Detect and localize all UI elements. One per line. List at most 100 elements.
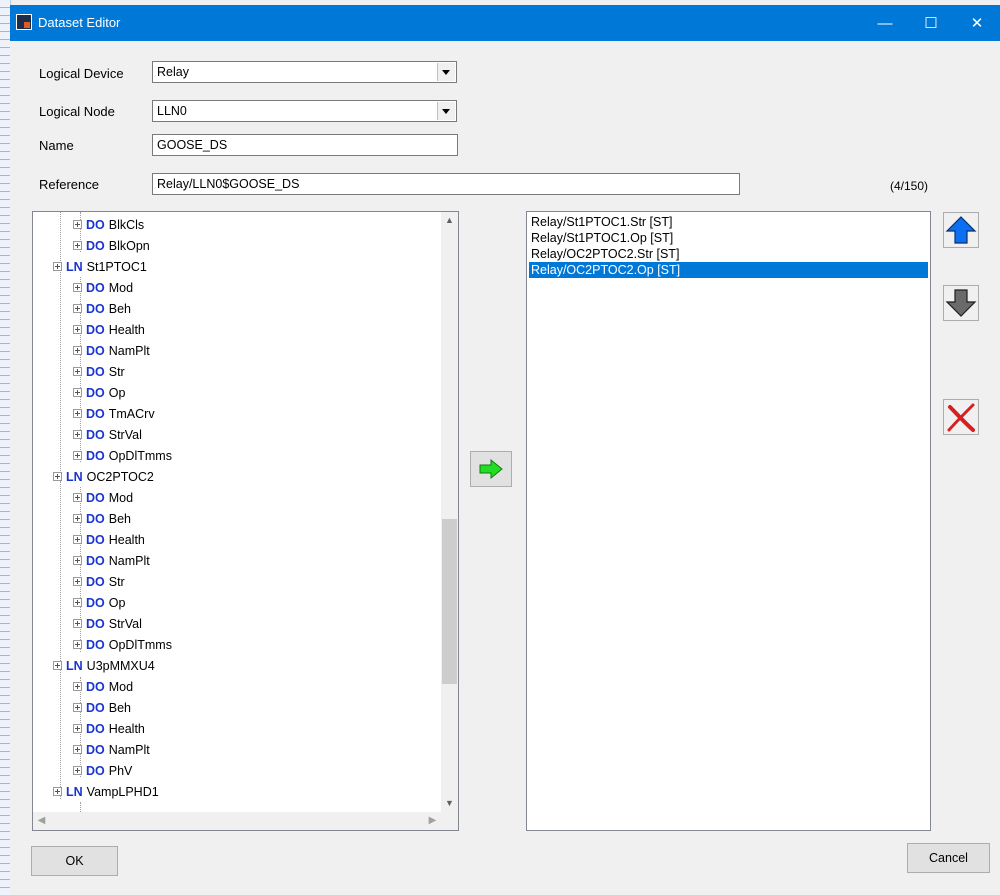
expand-icon[interactable] — [73, 640, 82, 650]
expand-icon[interactable] — [73, 451, 82, 461]
expand-icon[interactable] — [73, 325, 82, 335]
expand-icon[interactable] — [73, 388, 82, 398]
tree-node-data-object[interactable]: DO BlkOpn — [73, 236, 150, 256]
expand-icon[interactable] — [73, 241, 82, 251]
tree-node-data-object[interactable]: DO NamPlt — [73, 341, 150, 361]
node-label: OpDlTmms — [108, 449, 172, 463]
move-down-button[interactable] — [943, 285, 979, 321]
logical-device-select[interactable]: Relay — [152, 61, 457, 83]
tree-node-data-object[interactable]: DO OpDlTmms — [73, 635, 172, 655]
node-type-tag: LN — [66, 785, 83, 799]
tree-node-data-object[interactable]: DO Health — [73, 719, 145, 739]
node-type-tag: DO — [86, 638, 105, 652]
expand-icon[interactable] — [73, 724, 82, 734]
move-up-button[interactable] — [943, 212, 979, 248]
expand-icon[interactable] — [73, 766, 82, 776]
tree-node-data-object[interactable]: DO Health — [73, 530, 145, 550]
dataset-list-item[interactable]: Relay/St1PTOC1.Op [ST] — [529, 230, 928, 246]
name-input[interactable]: GOOSE_DS — [152, 134, 458, 156]
window-title: Dataset Editor — [38, 15, 121, 30]
node-type-tag: DO — [86, 407, 105, 421]
tree-node-data-object[interactable]: DO Str — [73, 362, 125, 382]
tree-node-data-object[interactable]: DO Health — [73, 320, 145, 340]
node-label: Op — [108, 596, 126, 610]
model-tree[interactable]: DO BlkCls DO BlkOpn LN St1PTOC1 DO Mod DO Beh DO He… — [32, 211, 459, 831]
tree-node-data-object[interactable]: DO Beh — [73, 509, 131, 529]
tree-node-data-object[interactable]: DO Op — [73, 593, 125, 613]
tree-node-data-object[interactable]: DO PhV — [73, 761, 132, 781]
logical-device-label: Logical Device — [39, 66, 124, 81]
expand-icon[interactable] — [73, 577, 82, 587]
scroll-down-icon[interactable]: ▼ — [441, 795, 458, 812]
node-type-tag: DO — [86, 701, 105, 715]
title-bar[interactable]: Dataset Editor — ☐ ✕ — [10, 5, 1000, 41]
tree-node-data-object[interactable]: DO BlkCls — [73, 215, 144, 235]
tree-vertical-scrollbar[interactable]: ▲ ▼ — [441, 212, 458, 812]
tree-node-data-object[interactable]: DO Mod — [73, 488, 133, 508]
expand-icon[interactable] — [73, 409, 82, 419]
expand-icon[interactable] — [73, 619, 82, 629]
minimize-button[interactable]: — — [862, 5, 908, 41]
scrollbar-thumb[interactable] — [442, 519, 457, 684]
ok-button[interactable]: OK — [31, 846, 118, 876]
expand-icon[interactable] — [53, 661, 62, 671]
expand-icon[interactable] — [53, 787, 62, 797]
expand-icon[interactable] — [73, 535, 82, 545]
tree-node-data-object[interactable]: DO TmACrv — [73, 404, 155, 424]
dataset-list-item[interactable]: Relay/OC2PTOC2.Str [ST] — [529, 246, 928, 262]
chevron-down-icon[interactable] — [437, 63, 455, 81]
expand-icon[interactable] — [73, 346, 82, 356]
node-type-tag: DO — [86, 596, 105, 610]
expand-icon[interactable] — [73, 682, 82, 692]
dataset-members-list[interactable]: Relay/St1PTOC1.Str [ST] Relay/St1PTOC1.Op… — [526, 211, 931, 831]
expand-icon[interactable] — [73, 283, 82, 293]
tree-node-data-object[interactable]: DO Mod — [73, 677, 133, 697]
tree-node-data-object[interactable]: DO Str — [73, 572, 125, 592]
tree-node-data-object[interactable]: DO NamPlt — [73, 740, 150, 760]
dataset-editor-window: Dataset Editor — ☐ ✕ Logical Device Rela… — [10, 5, 1000, 895]
expand-icon[interactable] — [73, 556, 82, 566]
tree-node-logical-node[interactable]: LN VampLPHD1 — [53, 782, 159, 802]
expand-icon[interactable] — [73, 493, 82, 503]
expand-icon[interactable] — [73, 598, 82, 608]
tree-node-data-object[interactable]: DO OpDlTmms — [73, 446, 172, 466]
node-label: Health — [108, 533, 145, 547]
tree-node-data-object[interactable]: DO Mod — [73, 278, 133, 298]
node-label: OpDlTmms — [108, 638, 172, 652]
tree-horizontal-scrollbar[interactable]: ◀ ▶ — [33, 812, 441, 830]
expand-icon[interactable] — [73, 703, 82, 713]
logical-node-select[interactable]: LLN0 — [152, 100, 457, 122]
expand-icon[interactable] — [73, 745, 82, 755]
tree-node-data-object[interactable]: DO Op — [73, 383, 125, 403]
close-button[interactable]: ✕ — [954, 5, 1000, 41]
remove-from-dataset-button[interactable] — [943, 399, 979, 435]
expand-icon[interactable] — [73, 430, 82, 440]
scroll-right-icon[interactable]: ▶ — [424, 812, 441, 830]
dataset-list-item[interactable]: Relay/OC2PTOC2.Op [ST] — [529, 262, 928, 278]
tree-node-logical-node[interactable]: LN OC2PTOC2 — [53, 467, 154, 487]
node-label: Str — [108, 365, 125, 379]
tree-node-logical-node[interactable]: LN U3pMMXU4 — [53, 656, 155, 676]
tree-node-data-object[interactable]: DO StrVal — [73, 425, 142, 445]
expand-icon[interactable] — [73, 514, 82, 524]
dataset-list-item[interactable]: Relay/St1PTOC1.Str [ST] — [529, 214, 928, 230]
maximize-button[interactable]: ☐ — [908, 5, 954, 41]
expand-icon[interactable] — [73, 220, 82, 230]
tree-node-data-object[interactable]: DO Beh — [73, 299, 131, 319]
tree-node-data-object[interactable]: DO NamPlt — [73, 551, 150, 571]
chevron-down-icon[interactable] — [437, 102, 455, 120]
scroll-up-icon[interactable]: ▲ — [441, 212, 458, 229]
scroll-left-icon[interactable]: ◀ — [33, 812, 50, 830]
tree-node-data-object[interactable]: DO StrVal — [73, 614, 142, 634]
cancel-button[interactable]: Cancel — [907, 843, 990, 873]
expand-icon[interactable] — [53, 472, 62, 482]
expand-icon[interactable] — [73, 304, 82, 314]
expand-icon[interactable] — [73, 367, 82, 377]
node-label: Beh — [108, 302, 131, 316]
tree-node-data-object[interactable]: DO Beh — [73, 698, 131, 718]
node-type-tag: DO — [86, 575, 105, 589]
tree-node-logical-node[interactable]: LN St1PTOC1 — [53, 257, 147, 277]
add-to-dataset-button[interactable] — [470, 451, 512, 487]
node-label: StrVal — [108, 428, 142, 442]
expand-icon[interactable] — [53, 262, 62, 272]
